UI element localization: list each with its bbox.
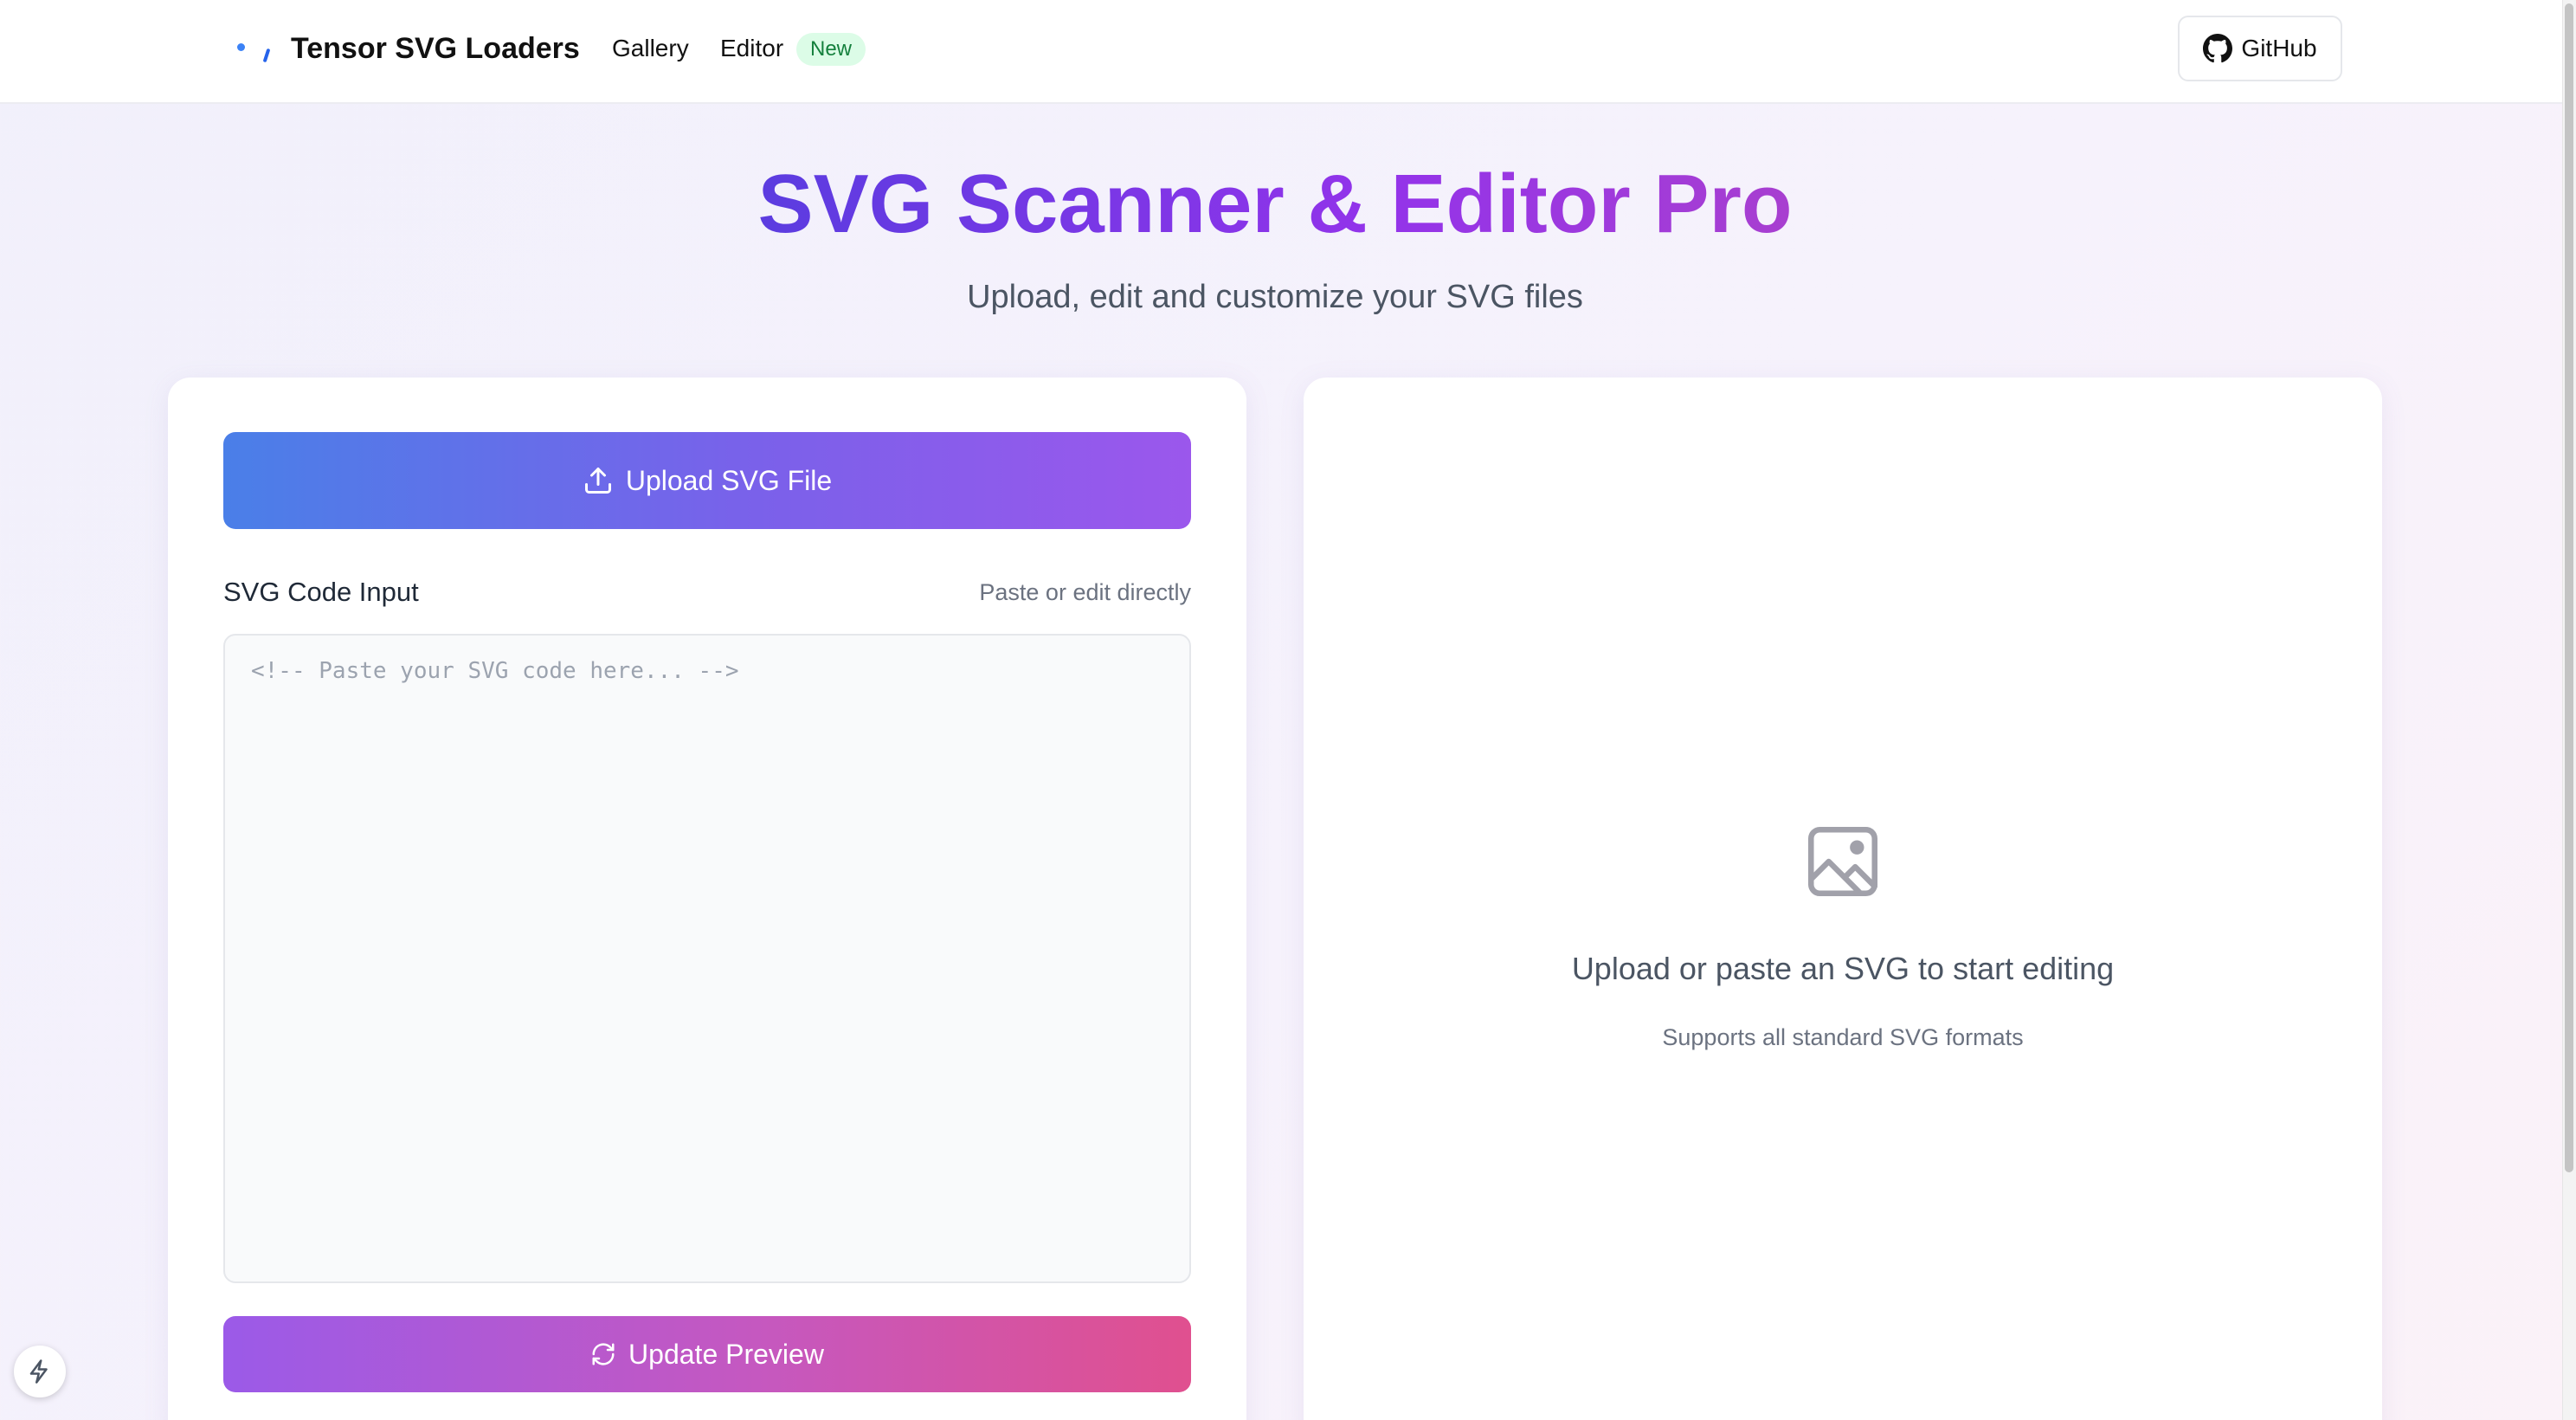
- dev-tools-indicator[interactable]: [14, 1346, 66, 1397]
- upload-svg-label: Upload SVG File: [625, 464, 833, 496]
- preview-empty-subtitle: Supports all standard SVG formats: [1662, 1024, 2024, 1050]
- logo-mark: [262, 48, 271, 63]
- preview-empty-title: Upload or paste an SVG to start editing: [1571, 951, 2115, 986]
- top-navbar: Tensor SVG Loaders Gallery Editor New Gi…: [0, 0, 2562, 104]
- image-icon: [1807, 826, 1878, 897]
- editor-input-card: Upload SVG File SVG Code Input Paste or …: [168, 378, 1246, 1420]
- update-preview-button[interactable]: Update Preview: [223, 1316, 1191, 1392]
- svg-code-hint: Paste or edit directly: [979, 579, 1191, 605]
- logo-dot: [237, 43, 245, 51]
- lightning-icon: [29, 1359, 48, 1384]
- nav-editor-link[interactable]: Editor: [720, 33, 783, 64]
- github-icon: [2203, 34, 2233, 63]
- github-label: GitHub: [2241, 35, 2317, 61]
- new-badge: New: [796, 33, 866, 66]
- svg-code-label: SVG Code Input: [223, 577, 419, 607]
- scrollbar-thumb[interactable]: [2565, 3, 2573, 1172]
- svg-code-input[interactable]: [223, 634, 1191, 1283]
- preview-card: Upload or paste an SVG to start editing …: [1304, 378, 2382, 1420]
- logo-icon[interactable]: [234, 31, 277, 66]
- brand-title[interactable]: Tensor SVG Loaders: [291, 29, 580, 68]
- refresh-icon: [592, 1343, 615, 1365]
- page-subtitle: Upload, edit and customize your SVG file…: [967, 279, 1583, 315]
- upload-icon: [584, 468, 611, 494]
- upload-svg-button[interactable]: Upload SVG File: [223, 432, 1191, 529]
- nav-gallery-link[interactable]: Gallery: [612, 33, 689, 64]
- github-button[interactable]: GitHub: [2178, 16, 2342, 81]
- page-title: SVG Scanner & Editor Pro: [757, 158, 1793, 250]
- update-preview-label: Update Preview: [628, 1338, 824, 1370]
